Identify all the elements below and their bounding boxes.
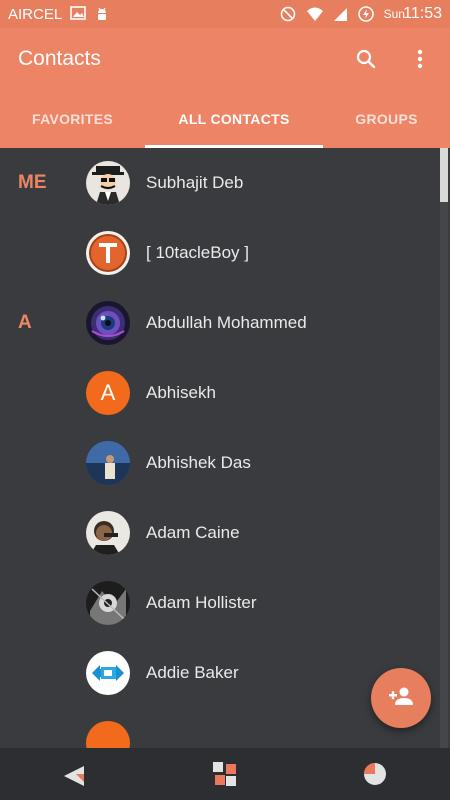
android-debug-icon	[94, 6, 110, 22]
contact-name: Adam Caine	[146, 523, 240, 542]
outdoor-photo-avatar	[86, 441, 130, 485]
tab-favorites[interactable]: FAVORITES	[0, 90, 145, 148]
status-bar: AIRCEL Sun 11:53	[0, 0, 450, 28]
avatar-initial: A	[100, 380, 116, 405]
battery-charging-icon	[357, 6, 374, 22]
status-day: Sun	[383, 7, 405, 21]
cartoon-avatar-icon	[86, 161, 130, 205]
portrait-photo-avatar	[86, 511, 130, 555]
monochrome-photo-avatar	[86, 581, 130, 625]
do-not-disturb-icon	[280, 6, 296, 22]
contact-row[interactable]: ME Subhajit Deb	[0, 148, 450, 218]
contact-name: Abhisekh	[146, 383, 216, 402]
system-nav-bar	[0, 748, 450, 800]
status-time: 11:53	[403, 5, 442, 22]
more-vert-icon[interactable]	[408, 47, 432, 71]
contact-name: Subhajit Deb	[146, 173, 244, 192]
signal-icon	[332, 6, 348, 22]
carrier-name: AIRCEL	[8, 5, 63, 23]
contact-list[interactable]: ME Subhajit Deb [ 10tacleBoy ] A Abdulla…	[0, 148, 450, 748]
contact-name: Abdullah Mohammed	[146, 313, 307, 332]
home-icon[interactable]	[201, 754, 249, 794]
scrollbar[interactable]	[440, 148, 448, 748]
image-icon	[70, 6, 86, 22]
section-letter: ME	[18, 172, 47, 193]
add-contact-button[interactable]	[371, 668, 431, 728]
recents-icon[interactable]	[351, 754, 399, 794]
contact-row[interactable]: Adam Caine	[0, 498, 450, 568]
contact-row[interactable]: [ 10tacleBoy ]	[0, 218, 450, 288]
section-letter: A	[18, 312, 32, 333]
contact-name: [ 10tacleBoy ]	[146, 243, 250, 262]
page-title: Contacts	[18, 47, 101, 70]
wifi-icon	[306, 6, 323, 22]
contact-name: Addie Baker	[146, 663, 239, 682]
add-person-icon	[388, 686, 414, 711]
contact-row[interactable]: Abhishek Das	[0, 428, 450, 498]
tab-groups[interactable]: GROUPS	[323, 90, 450, 148]
search-icon[interactable]	[354, 47, 378, 71]
contact-row[interactable]: Adam Hollister	[0, 568, 450, 638]
contact-row[interactable]: A Abdullah Mohammed	[0, 288, 450, 358]
letter-avatar	[86, 721, 130, 748]
letter-t-logo-avatar	[86, 231, 130, 275]
back-icon[interactable]	[51, 754, 99, 794]
contact-name: Abhishek Das	[146, 453, 251, 472]
tab-all-contacts[interactable]: ALL CONTACTS	[145, 90, 323, 148]
letter-avatar: A	[86, 371, 130, 415]
contact-row[interactable]: A Abhisekh	[0, 358, 450, 428]
dx-logo-avatar	[86, 651, 130, 695]
scroll-thumb[interactable]	[440, 148, 448, 202]
contact-name: Adam Hollister	[146, 593, 257, 612]
tab-bar: FAVORITES ALL CONTACTS GROUPS	[0, 90, 450, 148]
lens-photo-avatar	[86, 301, 130, 345]
app-toolbar: Contacts	[0, 28, 450, 90]
